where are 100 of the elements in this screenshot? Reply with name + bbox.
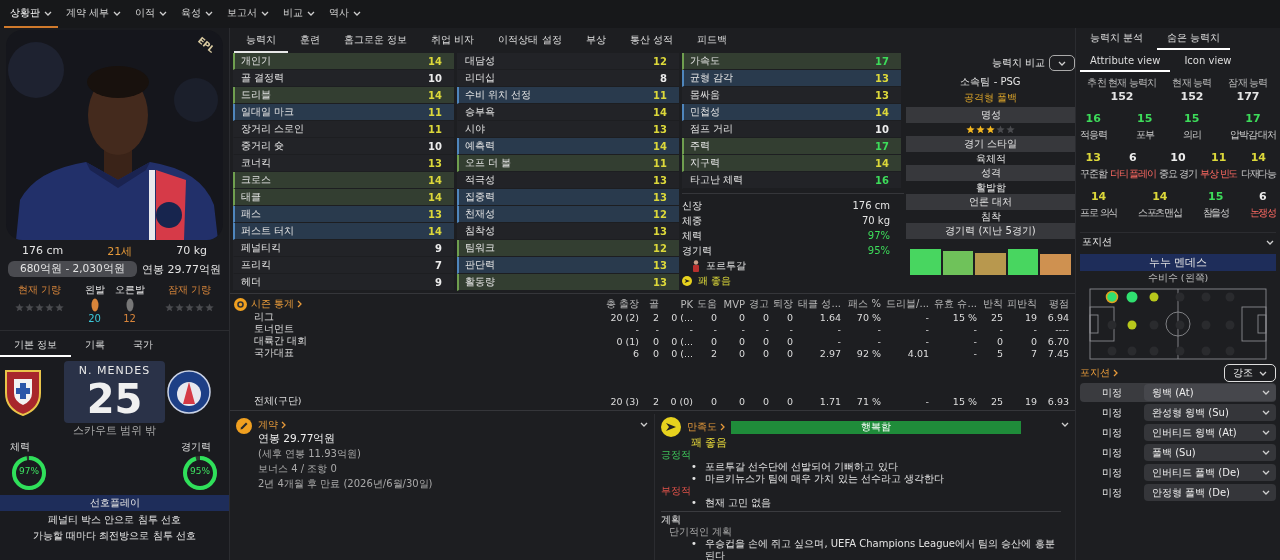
role-dropdown[interactable]: 풀백 (Su) [1144, 444, 1276, 461]
info-tab[interactable]: 기본 정보 [0, 335, 72, 357]
view-tab[interactable]: Icon view [1174, 50, 1242, 72]
info-tab[interactable]: 기록 [71, 335, 120, 357]
hidden-value: 15 [1184, 112, 1200, 125]
attribute-value: 16 [875, 174, 889, 186]
tab[interactable]: 숨은 능력치 [1157, 28, 1231, 50]
attribute-value: 14 [428, 191, 442, 203]
menu-tab[interactable]: 이적 [129, 0, 174, 28]
table-cell-text: - [876, 336, 881, 347]
feedback-item: 마르키뉴스가 팀에 매우 가치 있는 선수라고 생각한다 [704, 473, 944, 485]
menu-tab[interactable]: 육성 [175, 0, 220, 28]
attribute-value: 14 [875, 157, 889, 169]
table-cell-text: 0 [785, 396, 793, 407]
preferred-move: 페널티 박스 안으로 침투 선호 [47, 513, 182, 527]
tab[interactable]: 부상 [573, 28, 618, 53]
chevron-down-icon [1266, 239, 1274, 245]
table-cell-text: 0 [709, 312, 717, 323]
tab[interactable]: 홈그로운 정보 [332, 28, 420, 53]
mood-text: 꽤 좋음 [698, 273, 732, 288]
group-title: 긍정적 [661, 449, 692, 461]
menu-tab[interactable]: 보고서 [221, 0, 276, 28]
attribute-name: 장거리 스로인 [241, 122, 305, 136]
chevron-down-icon [1262, 390, 1270, 395]
attribute-name: 가속도 [690, 54, 720, 68]
highlight-dropdown[interactable]: 강조 [1224, 364, 1276, 382]
contract-text: 연봉 29.77억원 [258, 432, 337, 446]
table-cell-text: - [924, 396, 929, 407]
table-cell-text: - [1032, 324, 1037, 335]
role-dropdown[interactable]: 완성형 윙백 (Su) [1144, 404, 1276, 421]
star-icon [1006, 125, 1015, 134]
table-cell-text: 25 [989, 396, 1003, 407]
hidden-label: 스포츠맨십 [1137, 206, 1182, 220]
attribute-name: 리더십 [465, 71, 495, 85]
chevron-down-icon [159, 10, 168, 16]
table-cell-text: 0 [995, 336, 1003, 347]
chevron-down-icon [640, 422, 648, 427]
attribute-value: 13 [653, 276, 667, 288]
chevron-down-icon [1259, 370, 1267, 376]
menu-tab[interactable]: 비교 [277, 0, 322, 28]
detail-label: 경기력 [682, 243, 712, 258]
list-bullet: • [691, 538, 697, 551]
info-tab[interactable]: 국가 [119, 335, 168, 357]
section-link[interactable]: 만족도 [687, 421, 725, 433]
group-title: 계획 [661, 514, 682, 526]
table-cell-text: 6 [631, 348, 639, 359]
section-value: 침착 [979, 210, 1002, 223]
arrow-circle-icon [661, 417, 681, 437]
section-link[interactable]: 시즌 통계 [251, 297, 303, 311]
tab[interactable]: 이적상태 설정 [486, 28, 574, 53]
hidden-value: 6 [1129, 151, 1137, 164]
role-dropdown[interactable]: 윙백 (At) [1144, 384, 1276, 401]
table-cell-text: 0 [785, 336, 793, 347]
table-cell-text: 15 % [951, 396, 977, 407]
foot-label: 왼발 [84, 283, 105, 297]
tab[interactable]: 훈련 [288, 28, 332, 53]
role-dropdown[interactable]: 인버티드 윙백 (At) [1144, 424, 1276, 441]
tab[interactable]: 통산 성적 [617, 28, 685, 53]
table-cell-text: 5 [995, 348, 1003, 359]
role-status: 미정 [1101, 405, 1123, 420]
table-cell-text: - [788, 324, 793, 335]
role-row[interactable]: 미정 윙백 (At) [1080, 383, 1276, 402]
menu-tab[interactable]: 역사 [323, 0, 368, 28]
value-range: 680억원 - 2,030억원 [8, 261, 137, 277]
table-cell-text: 4.01 [906, 348, 929, 359]
attribute-name: 민첩성 [690, 105, 720, 119]
attribute-name: 균형 감각 [690, 71, 734, 85]
section-link[interactable]: 포지션 [1080, 366, 1118, 380]
view-tab[interactable]: Attribute view [1080, 50, 1171, 72]
table-cell-text: 0 [737, 336, 745, 347]
compare-dropdown[interactable] [1049, 55, 1075, 71]
table-cell-text: 0 (1) [615, 336, 639, 347]
tab[interactable]: 취업 비자 [419, 28, 487, 53]
hidden-value: 13 [1085, 151, 1101, 164]
attribute-name: 주력 [690, 139, 710, 153]
table-cell-text: 1.71 [818, 396, 841, 407]
menu-tab[interactable]: 계약 세부 [60, 0, 128, 28]
list-bullet: • [691, 461, 697, 473]
table-cell-text: - [836, 324, 841, 335]
table-cell-text: 7.45 [1046, 348, 1069, 359]
chevron-down-icon [1262, 430, 1270, 435]
attribute-value: 14 [653, 106, 667, 118]
chevron-down-icon [307, 10, 316, 16]
section-link[interactable]: 계약 [258, 418, 286, 432]
column-header: 퇴장 [772, 297, 793, 311]
role-status: 미정 [1101, 425, 1123, 440]
role-dropdown[interactable]: 인버티드 풀백 (De) [1144, 464, 1276, 481]
tab[interactable]: 피드백 [684, 28, 739, 53]
hidden-value: 17 [1245, 112, 1261, 125]
shield-crest-icon [2, 367, 44, 417]
hidden-label: 의리 [1182, 128, 1201, 142]
table-cell-text: 19 [1023, 312, 1037, 323]
star-icon [986, 125, 995, 134]
tab[interactable]: 능력치 분석 [1080, 28, 1154, 50]
attribute-name: 판단력 [465, 258, 495, 272]
table-cell-text: - [972, 348, 977, 359]
table-cell-text: 19 [1023, 396, 1037, 407]
table-cell-text: - [998, 324, 1003, 335]
role-dropdown[interactable]: 안정형 풀백 (De) [1144, 484, 1276, 501]
attribute-value: 10 [875, 123, 889, 135]
